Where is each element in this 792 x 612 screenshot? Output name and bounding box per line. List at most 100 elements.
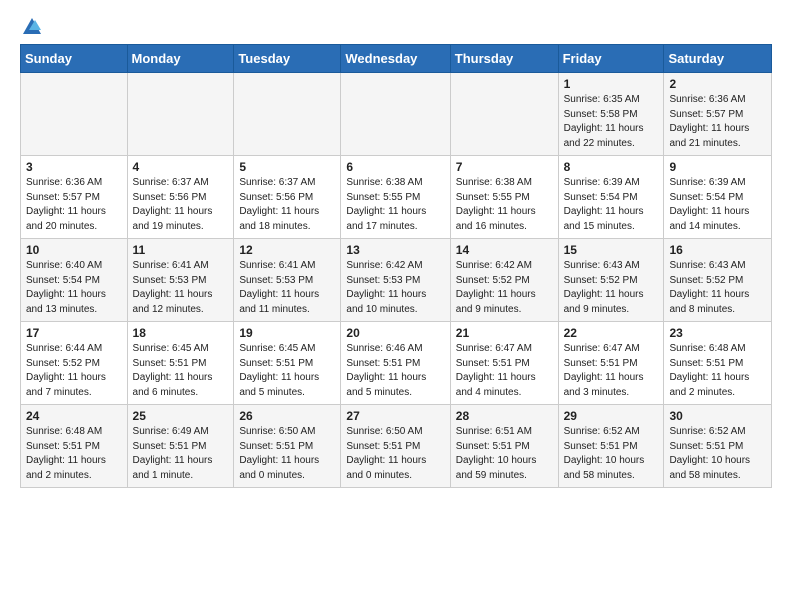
weekday-header-friday: Friday xyxy=(558,45,664,73)
calendar-cell: 1 Sunrise: 6:35 AM Sunset: 5:58 PM Daylig… xyxy=(558,73,664,156)
day-number: 14 xyxy=(456,243,553,257)
calendar-cell xyxy=(21,73,128,156)
day-info: Sunrise: 6:38 AM Sunset: 5:55 PM Dayligh… xyxy=(456,176,553,234)
day-info: Sunrise: 6:39 AM Sunset: 5:54 PM Dayligh… xyxy=(564,176,659,234)
calendar-week-row: 3Sunrise: 6:36 AM Sunset: 5:57 PM Daylig… xyxy=(21,156,772,239)
day-info: Sunrise: 6:35 AM Sunset: 5:58 PM Dayligh… xyxy=(564,93,659,151)
day-number: 17 xyxy=(26,326,122,340)
calendar-cell: 6 Sunrise: 6:38 AM Sunset: 5:55 PM Daylig… xyxy=(341,156,450,239)
day-number: 19 xyxy=(239,326,335,340)
weekday-header-sunday: Sunday xyxy=(21,45,128,73)
day-info: Sunrise: 6:43 AM Sunset: 5:52 PM Dayligh… xyxy=(564,259,659,317)
day-number: 9 xyxy=(669,160,766,174)
day-number: 18 xyxy=(133,326,229,340)
calendar-cell: 28 Sunrise: 6:51 AM Sunset: 5:51 PM Dayli… xyxy=(450,405,558,488)
calendar-cell: 3Sunrise: 6:36 AM Sunset: 5:57 PM Daylig… xyxy=(21,156,128,239)
day-info: Sunrise: 6:44 AM Sunset: 5:52 PM Dayligh… xyxy=(26,342,122,400)
day-number: 7 xyxy=(456,160,553,174)
day-number: 8 xyxy=(564,160,659,174)
calendar-table: SundayMondayTuesdayWednesdayThursdayFrid… xyxy=(20,44,772,488)
day-info: Sunrise: 6:45 AM Sunset: 5:51 PM Dayligh… xyxy=(133,342,229,400)
weekday-header-thursday: Thursday xyxy=(450,45,558,73)
calendar-cell xyxy=(127,73,234,156)
day-number: 13 xyxy=(346,243,444,257)
day-number: 26 xyxy=(239,409,335,423)
day-info: Sunrise: 6:36 AM Sunset: 5:57 PM Dayligh… xyxy=(669,93,766,151)
day-info: Sunrise: 6:37 AM Sunset: 5:56 PM Dayligh… xyxy=(239,176,335,234)
calendar-week-row: 1 Sunrise: 6:35 AM Sunset: 5:58 PM Daylig… xyxy=(21,73,772,156)
day-info: Sunrise: 6:39 AM Sunset: 5:54 PM Dayligh… xyxy=(669,176,766,234)
day-number: 29 xyxy=(564,409,659,423)
calendar-cell: 11 Sunrise: 6:41 AM Sunset: 5:53 PM Dayli… xyxy=(127,239,234,322)
header xyxy=(20,16,772,38)
day-info: Sunrise: 6:46 AM Sunset: 5:51 PM Dayligh… xyxy=(346,342,444,400)
calendar-cell: 15 Sunrise: 6:43 AM Sunset: 5:52 PM Dayli… xyxy=(558,239,664,322)
calendar-cell: 23 Sunrise: 6:48 AM Sunset: 5:51 PM Dayli… xyxy=(664,322,772,405)
weekday-header-saturday: Saturday xyxy=(664,45,772,73)
day-number: 21 xyxy=(456,326,553,340)
calendar-cell: 26 Sunrise: 6:50 AM Sunset: 5:51 PM Dayli… xyxy=(234,405,341,488)
calendar-cell: 16 Sunrise: 6:43 AM Sunset: 5:52 PM Dayli… xyxy=(664,239,772,322)
calendar-cell: 17 Sunrise: 6:44 AM Sunset: 5:52 PM Dayli… xyxy=(21,322,128,405)
day-number: 2 xyxy=(669,77,766,91)
day-info: Sunrise: 6:37 AM Sunset: 5:56 PM Dayligh… xyxy=(133,176,229,234)
day-number: 16 xyxy=(669,243,766,257)
day-info: Sunrise: 6:41 AM Sunset: 5:53 PM Dayligh… xyxy=(133,259,229,317)
day-info: Sunrise: 6:50 AM Sunset: 5:51 PM Dayligh… xyxy=(346,425,444,483)
calendar-cell: 30Sunrise: 6:52 AM Sunset: 5:51 PM Dayli… xyxy=(664,405,772,488)
day-number: 6 xyxy=(346,160,444,174)
day-number: 30 xyxy=(669,409,766,423)
day-number: 4 xyxy=(133,160,229,174)
day-info: Sunrise: 6:40 AM Sunset: 5:54 PM Dayligh… xyxy=(26,259,122,317)
calendar-cell: 21 Sunrise: 6:47 AM Sunset: 5:51 PM Dayli… xyxy=(450,322,558,405)
day-info: Sunrise: 6:36 AM Sunset: 5:57 PM Dayligh… xyxy=(26,176,122,234)
day-info: Sunrise: 6:48 AM Sunset: 5:51 PM Dayligh… xyxy=(669,342,766,400)
calendar-week-row: 24 Sunrise: 6:48 AM Sunset: 5:51 PM Dayli… xyxy=(21,405,772,488)
calendar-cell: 12Sunrise: 6:41 AM Sunset: 5:53 PM Dayli… xyxy=(234,239,341,322)
calendar-cell xyxy=(234,73,341,156)
calendar-cell: 22 Sunrise: 6:47 AM Sunset: 5:51 PM Dayli… xyxy=(558,322,664,405)
calendar-cell xyxy=(341,73,450,156)
day-number: 22 xyxy=(564,326,659,340)
day-info: Sunrise: 6:43 AM Sunset: 5:52 PM Dayligh… xyxy=(669,259,766,317)
logo-icon xyxy=(21,16,43,38)
day-number: 11 xyxy=(133,243,229,257)
weekday-header-monday: Monday xyxy=(127,45,234,73)
day-info: Sunrise: 6:48 AM Sunset: 5:51 PM Dayligh… xyxy=(26,425,122,483)
day-number: 27 xyxy=(346,409,444,423)
day-number: 15 xyxy=(564,243,659,257)
day-info: Sunrise: 6:47 AM Sunset: 5:51 PM Dayligh… xyxy=(456,342,553,400)
calendar-body: 1 Sunrise: 6:35 AM Sunset: 5:58 PM Daylig… xyxy=(21,73,772,488)
calendar-cell xyxy=(450,73,558,156)
day-number: 28 xyxy=(456,409,553,423)
calendar-cell: 10 Sunrise: 6:40 AM Sunset: 5:54 PM Dayli… xyxy=(21,239,128,322)
day-number: 24 xyxy=(26,409,122,423)
day-info: Sunrise: 6:38 AM Sunset: 5:55 PM Dayligh… xyxy=(346,176,444,234)
day-info: Sunrise: 6:52 AM Sunset: 5:51 PM Dayligh… xyxy=(564,425,659,483)
day-info: Sunrise: 6:42 AM Sunset: 5:52 PM Dayligh… xyxy=(456,259,553,317)
calendar-cell: 8 Sunrise: 6:39 AM Sunset: 5:54 PM Daylig… xyxy=(558,156,664,239)
logo-area xyxy=(20,16,43,38)
day-info: Sunrise: 6:47 AM Sunset: 5:51 PM Dayligh… xyxy=(564,342,659,400)
day-info: Sunrise: 6:50 AM Sunset: 5:51 PM Dayligh… xyxy=(239,425,335,483)
weekday-header-wednesday: Wednesday xyxy=(341,45,450,73)
calendar-cell: 25Sunrise: 6:49 AM Sunset: 5:51 PM Dayli… xyxy=(127,405,234,488)
calendar-cell: 24 Sunrise: 6:48 AM Sunset: 5:51 PM Dayli… xyxy=(21,405,128,488)
day-info: Sunrise: 6:49 AM Sunset: 5:51 PM Dayligh… xyxy=(133,425,229,483)
weekday-header-tuesday: Tuesday xyxy=(234,45,341,73)
weekday-header-row: SundayMondayTuesdayWednesdayThursdayFrid… xyxy=(21,45,772,73)
calendar-week-row: 17 Sunrise: 6:44 AM Sunset: 5:52 PM Dayli… xyxy=(21,322,772,405)
day-number: 23 xyxy=(669,326,766,340)
day-number: 20 xyxy=(346,326,444,340)
day-number: 1 xyxy=(564,77,659,91)
day-number: 10 xyxy=(26,243,122,257)
calendar-cell: 29 Sunrise: 6:52 AM Sunset: 5:51 PM Dayli… xyxy=(558,405,664,488)
calendar-cell: 13Sunrise: 6:42 AM Sunset: 5:53 PM Dayli… xyxy=(341,239,450,322)
calendar-cell: 7 Sunrise: 6:38 AM Sunset: 5:55 PM Daylig… xyxy=(450,156,558,239)
calendar-cell: 18 Sunrise: 6:45 AM Sunset: 5:51 PM Dayli… xyxy=(127,322,234,405)
calendar-header: SundayMondayTuesdayWednesdayThursdayFrid… xyxy=(21,45,772,73)
calendar-cell: 20 Sunrise: 6:46 AM Sunset: 5:51 PM Dayli… xyxy=(341,322,450,405)
day-number: 5 xyxy=(239,160,335,174)
day-info: Sunrise: 6:51 AM Sunset: 5:51 PM Dayligh… xyxy=(456,425,553,483)
day-info: Sunrise: 6:45 AM Sunset: 5:51 PM Dayligh… xyxy=(239,342,335,400)
